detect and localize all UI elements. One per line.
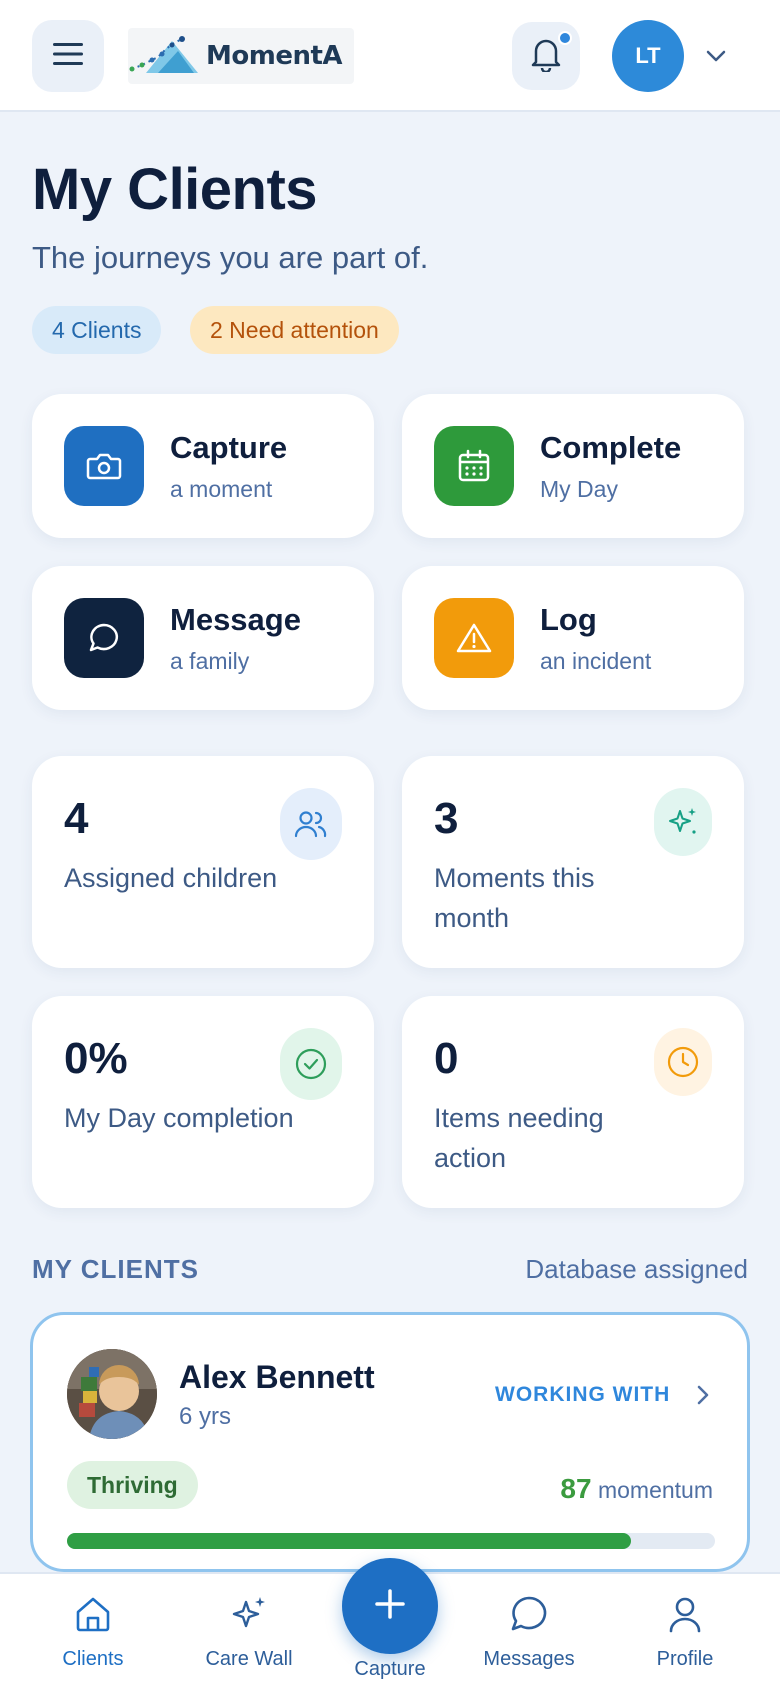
stat-card-assigned-children[interactable]: 4 Assigned children <box>32 756 374 968</box>
app-screen: MomentA LT My Clients The journeys you a… <box>0 0 780 1688</box>
nav-clients[interactable]: Clients <box>18 1592 168 1682</box>
page-title: My Clients <box>32 157 318 222</box>
sparkle-icon <box>654 788 712 856</box>
nav-label: Messages <box>483 1648 575 1670</box>
stat-value: 4 <box>64 794 89 843</box>
chat-bubble-icon <box>64 598 144 678</box>
action-subtitle: a moment <box>170 476 273 502</box>
clock-icon <box>654 1028 712 1096</box>
attention-badge[interactable]: 2 Need attention <box>190 306 399 354</box>
stat-value: 3 <box>434 794 459 843</box>
top-header: MomentA LT <box>0 0 780 112</box>
hamburger-icon <box>52 41 84 72</box>
section-title: MY CLIENTS <box>32 1254 199 1284</box>
action-subtitle: My Day <box>540 476 618 502</box>
camera-icon <box>64 426 144 506</box>
client-name: Alex Bennett <box>179 1359 375 1395</box>
stat-label: Assigned children <box>64 863 278 893</box>
app-logo[interactable]: MomentA <box>128 28 354 84</box>
user-avatar[interactable]: LT <box>612 20 684 92</box>
momentum-progress-bar <box>67 1533 715 1549</box>
momentum-value: 87 <box>560 1473 592 1504</box>
nav-label: Clients <box>62 1648 124 1670</box>
home-icon <box>71 1592 115 1636</box>
stat-value: 0 <box>434 1034 459 1083</box>
action-subtitle: an incident <box>540 648 652 674</box>
warning-icon <box>434 598 514 678</box>
nav-profile[interactable]: Profile <box>610 1592 760 1682</box>
action-title: Message <box>170 602 301 637</box>
momentum-label: momentum <box>597 1477 713 1503</box>
capture-fab-label: Capture <box>354 1658 426 1680</box>
notifications-button[interactable] <box>512 22 580 90</box>
action-title: Capture <box>170 430 288 465</box>
menu-button[interactable] <box>32 20 104 92</box>
chevron-down-icon[interactable] <box>702 42 730 70</box>
stat-label: Moments this month <box>434 863 595 933</box>
page-subtitle: The journeys you are part of. <box>32 240 429 275</box>
clients-count-badge: 4 Clients <box>32 306 162 354</box>
sparkle-icon <box>227 1592 271 1636</box>
bell-icon <box>529 36 563 77</box>
stat-card-my-day-completion[interactable]: 0% My Day completion <box>32 996 374 1208</box>
stat-value: 0% <box>64 1034 128 1083</box>
stat-label: My Day completion <box>64 1103 294 1133</box>
action-title: Complete <box>540 430 682 465</box>
stat-label: Items needing action <box>434 1103 604 1173</box>
momentum-progress-fill <box>67 1533 631 1549</box>
calendar-icon <box>434 426 514 506</box>
chevron-right-icon[interactable] <box>689 1381 717 1409</box>
plus-icon <box>372 1586 408 1627</box>
database-assigned-link[interactable]: Database assigned <box>525 1254 748 1285</box>
chat-bubble-icon <box>507 1592 551 1636</box>
capture-moment-card[interactable]: Capture a moment <box>32 394 374 538</box>
nav-label: Profile <box>656 1648 714 1670</box>
user-icon <box>663 1592 707 1636</box>
check-circle-icon <box>280 1028 342 1100</box>
complete-my-day-card[interactable]: Complete My Day <box>402 394 744 538</box>
stat-card-items-needing-action[interactable]: 0 Items needing action <box>402 996 744 1208</box>
stat-card-moments-month[interactable]: 3 Moments this month <box>402 756 744 968</box>
nav-messages[interactable]: Messages <box>454 1592 604 1682</box>
client-age: 6 yrs <box>179 1403 232 1430</box>
nav-label: Care Wall <box>205 1648 293 1670</box>
action-title: Log <box>540 602 597 637</box>
users-icon <box>280 788 342 860</box>
logo-mark-icon <box>128 31 200 82</box>
client-status-label: WORKING WITH <box>495 1383 671 1406</box>
momentum-score: 87 momentum <box>560 1473 713 1505</box>
notification-dot <box>558 31 572 45</box>
client-status-badge: Thriving <box>67 1461 198 1509</box>
action-subtitle: a family <box>170 648 250 674</box>
logo-text: MomentA <box>206 41 343 71</box>
message-family-card[interactable]: Message a family <box>32 566 374 710</box>
client-card[interactable]: Alex Bennett 6 yrs WORKING WITH Thriving… <box>30 1312 750 1572</box>
client-avatar <box>67 1349 157 1439</box>
capture-fab-button[interactable] <box>342 1558 438 1654</box>
log-incident-card[interactable]: Log an incident <box>402 566 744 710</box>
nav-care-wall[interactable]: Care Wall <box>174 1592 324 1682</box>
